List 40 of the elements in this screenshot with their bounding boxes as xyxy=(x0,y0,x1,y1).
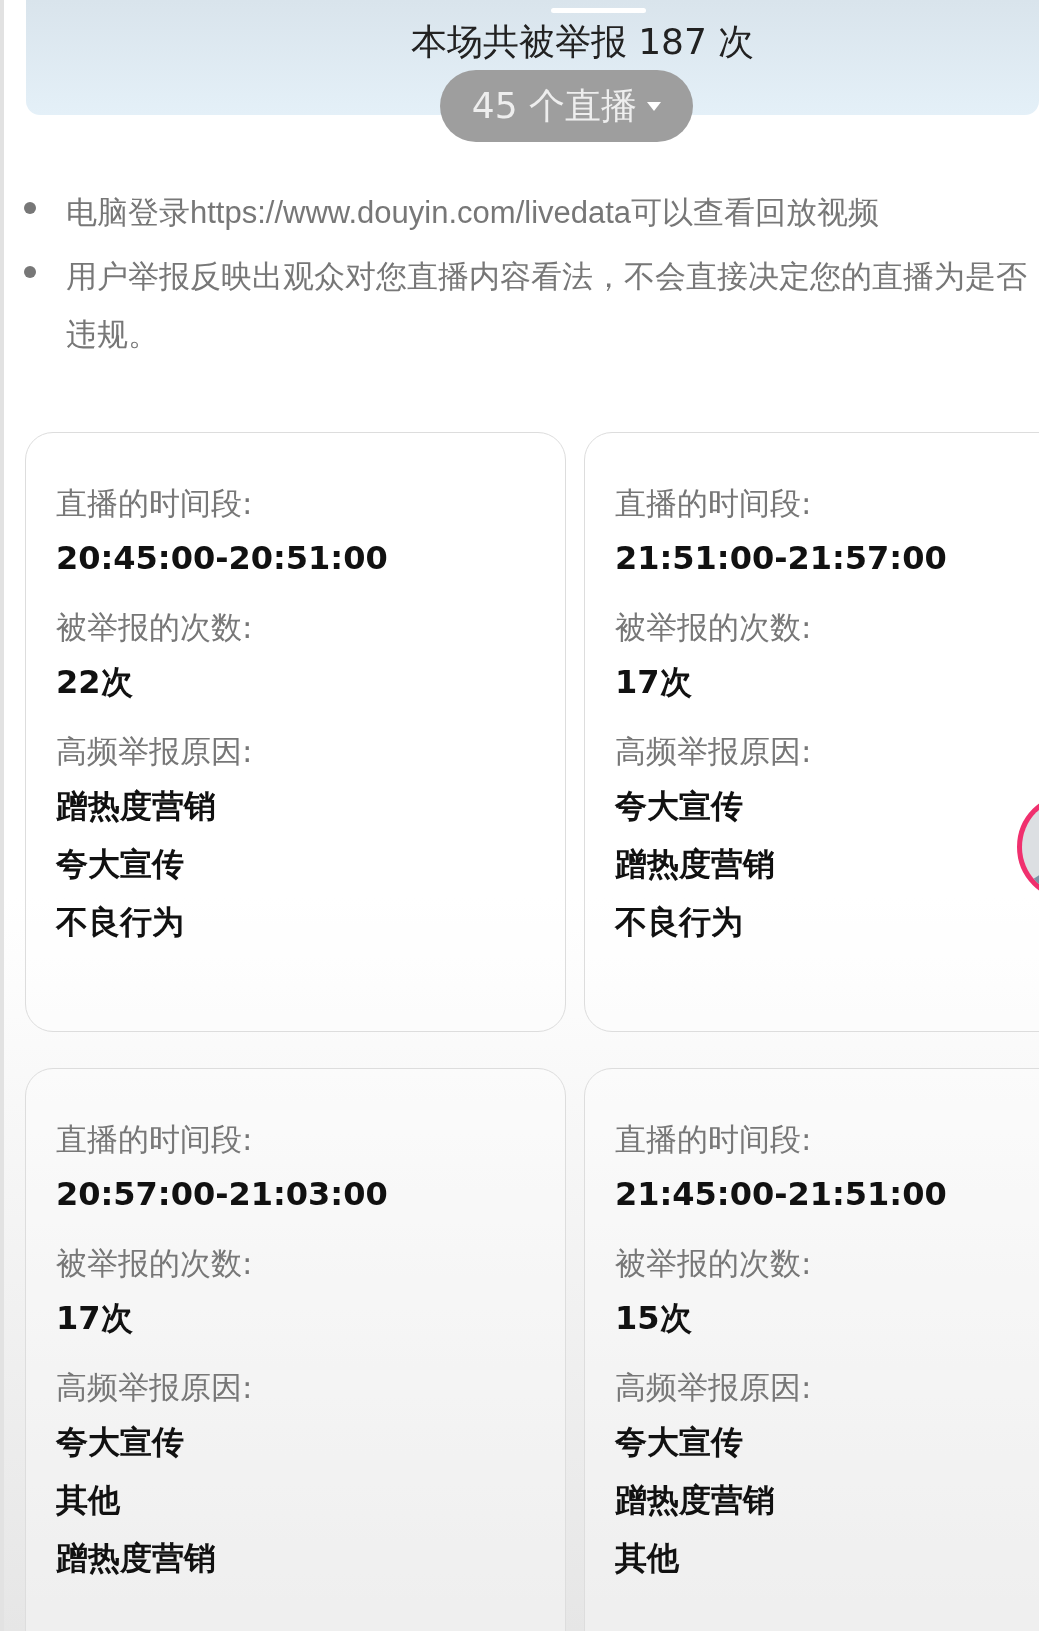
stream-selector[interactable]: 45 个直播 xyxy=(439,70,694,142)
report-reason: 蹭热度营销 xyxy=(56,1538,216,1579)
bullet-icon xyxy=(24,266,36,278)
field-label: 直播的时间段: xyxy=(615,484,813,523)
report-count: 17次 xyxy=(56,1298,133,1339)
field-label: 直播的时间段: xyxy=(56,484,254,523)
time-range: 20:57:00-21:03:00 xyxy=(56,1174,388,1215)
report-reason: 蹭热度营销 xyxy=(615,1480,775,1521)
report-reason: 其他 xyxy=(615,1538,679,1579)
report-count: 17次 xyxy=(615,662,692,703)
report-count: 15次 xyxy=(615,1298,692,1339)
field-label: 被举报的次数: xyxy=(56,608,254,647)
report-reason: 夸大宣传 xyxy=(615,786,743,827)
report-reason: 其他 xyxy=(56,1480,120,1521)
report-total-title: 本场共被举报 187 次 xyxy=(410,20,755,64)
field-label: 高频举报原因: xyxy=(615,1368,813,1407)
field-label: 直播的时间段: xyxy=(615,1120,813,1159)
field-label: 被举报的次数: xyxy=(615,608,813,647)
field-label: 被举报的次数: xyxy=(56,1244,254,1283)
report-reason: 不良行为 xyxy=(56,902,184,943)
caret-icon xyxy=(647,101,662,111)
report-reason: 蹭热度营销 xyxy=(615,844,775,885)
report-reason: 夸大宣传 xyxy=(56,1422,184,1463)
drag-handle[interactable] xyxy=(551,8,646,13)
time-range: 21:45:00-21:51:00 xyxy=(615,1174,947,1215)
bullet-icon xyxy=(24,202,36,214)
time-range: 20:45:00-20:51:00 xyxy=(56,538,388,579)
report-reason: 蹭热度营销 xyxy=(56,786,216,827)
field-label: 高频举报原因: xyxy=(56,732,254,771)
field-label: 直播的时间段: xyxy=(56,1120,254,1159)
report-reason: 夸大宣传 xyxy=(615,1422,743,1463)
report-reason: 不良行为 xyxy=(615,902,743,943)
report-count: 22次 xyxy=(56,662,133,703)
time-range: 21:51:00-21:57:00 xyxy=(615,538,947,579)
field-label: 被举报的次数: xyxy=(615,1244,813,1283)
field-label: 高频举报原因: xyxy=(56,1368,254,1407)
field-label: 高频举报原因: xyxy=(615,732,813,771)
note-text: 电脑登录https://www.douyin.com/livedata可以查看回放视频 xyxy=(66,194,881,232)
report-reason: 夸大宣传 xyxy=(56,844,184,885)
note-text: 用户举报反映出观众对您直播内容看法，不会直接决定您的直播为是否违规。 xyxy=(66,258,1028,354)
